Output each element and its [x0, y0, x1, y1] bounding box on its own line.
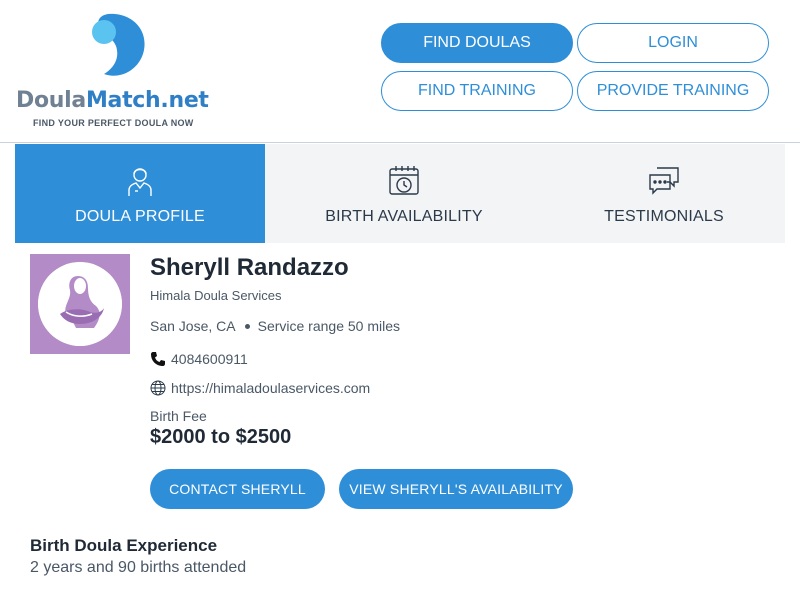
location-row: San Jose, CA Service range 50 miles [150, 318, 400, 334]
contact-button[interactable]: CONTACT SHERYLL [150, 469, 325, 509]
phone-icon [151, 352, 165, 366]
logo-text-part2: Match.net [85, 88, 209, 113]
tab-doula-profile[interactable]: DOULA PROFILE [15, 144, 265, 243]
service-range: Service range 50 miles [257, 318, 401, 334]
logo-mark-icon [92, 13, 145, 76]
tab-label: TESTIMONIALS [604, 208, 724, 225]
avatar [30, 254, 130, 354]
doula-name: Sheryll Randazzo [150, 254, 349, 281]
calendar-clock-icon [389, 166, 419, 195]
tab-birth-availability[interactable]: BIRTH AVAILABILITY [265, 144, 543, 243]
experience-heading: Birth Doula Experience [30, 536, 218, 555]
find-training-button[interactable]: FIND TRAINING [381, 71, 573, 111]
logo-text-part1: Doula [16, 88, 86, 113]
birth-fee-value: $2000 to $2500 [150, 426, 292, 448]
provide-training-button[interactable]: PROVIDE TRAINING [577, 71, 769, 111]
separator-dot [244, 323, 250, 329]
tab-label: DOULA PROFILE [75, 208, 205, 225]
find-doulas-button[interactable]: FIND DOULAS [381, 23, 573, 63]
logo-tagline: FIND YOUR PERFECT DOULA NOW [33, 118, 194, 128]
site-logo[interactable]: DoulaMatch.net FIND YOUR PERFECT DOULA N… [16, 10, 216, 130]
mother-baby-logo-icon [38, 262, 122, 346]
person-icon [128, 168, 152, 196]
city: San Jose, CA [150, 318, 236, 334]
tab-testimonials[interactable]: TESTIMONIALS [543, 144, 785, 243]
profile-tabs: DOULA PROFILE BIRTH AVAILABILITY TESTIMO… [15, 144, 785, 243]
website-link[interactable]: https://himaladoulaservices.com [171, 380, 370, 396]
tab-label: BIRTH AVAILABILITY [325, 208, 483, 225]
globe-icon [150, 380, 166, 396]
company-name: Himala Doula Services [150, 288, 282, 303]
chat-bubbles-icon [649, 167, 679, 195]
view-availability-button[interactable]: VIEW SHERYLL'S AVAILABILITY [339, 469, 573, 509]
experience-text: 2 years and 90 births attended [30, 559, 247, 576]
phone-row[interactable]: 4084600911 [150, 351, 248, 367]
login-button[interactable]: LOGIN [577, 23, 769, 63]
phone-number[interactable]: 4084600911 [171, 351, 248, 367]
logo-text: DoulaMatch.net [16, 88, 209, 113]
website-row[interactable]: https://himaladoulaservices.com [150, 380, 370, 396]
site-header: DoulaMatch.net FIND YOUR PERFECT DOULA N… [0, 0, 800, 143]
birth-fee-label: Birth Fee [150, 408, 207, 424]
